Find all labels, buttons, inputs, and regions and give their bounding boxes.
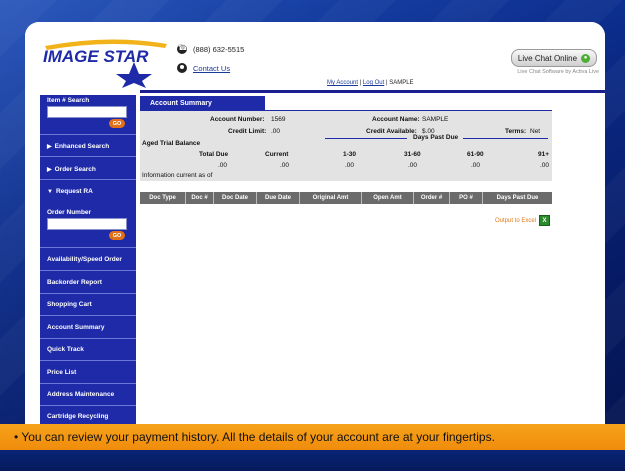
live-chat-credit: Live Chat Software by Activa Live xyxy=(517,69,599,75)
sidebar-item-label: Order Search xyxy=(54,166,96,173)
column-header-open-amt[interactable]: Open Amt xyxy=(362,192,414,204)
account-summary-panel: Account Number: 1569 Account Name: SAMPL… xyxy=(140,111,552,181)
col-total-due: Total Due xyxy=(199,151,229,158)
person-icon xyxy=(177,63,187,73)
sidebar-divider xyxy=(40,156,136,157)
contact-row[interactable]: Contact Us xyxy=(177,63,230,73)
slide-bottom-band xyxy=(0,450,625,471)
sidebar-divider xyxy=(40,383,136,384)
column-header-doc-type[interactable]: Doc Type xyxy=(140,192,186,204)
sidebar-item-request-ra[interactable]: ▼ Request RA xyxy=(40,188,136,195)
logo-text: IMAGE STAR xyxy=(43,47,149,66)
sidebar-item-enhanced-search[interactable]: ▶ Enhanced Search xyxy=(40,143,136,150)
browser-page: IMAGE STAR (888) 632-5515 Contact Us Liv… xyxy=(25,22,605,424)
sidebar-item-shopping-cart[interactable]: Shopping Cart xyxy=(40,301,136,308)
sidebar-divider xyxy=(40,360,136,361)
slide-caption: • You can review your payment history. A… xyxy=(0,424,625,450)
sidebar-item-availability[interactable]: Availability/Speed Order xyxy=(40,256,136,263)
terms-value: Net xyxy=(530,128,541,135)
sidebar-item-label: Enhanced Search xyxy=(54,143,110,150)
sidebar-divider xyxy=(40,270,136,271)
sidebar-item-label: Request RA xyxy=(55,188,93,195)
column-header-days-past-due[interactable]: Days Past Due xyxy=(483,192,552,204)
user-name: SAMPLE xyxy=(389,80,414,86)
image-star-logo[interactable]: IMAGE STAR xyxy=(39,36,179,88)
item-search-input[interactable] xyxy=(47,106,127,118)
sidebar-divider xyxy=(40,405,136,406)
column-header-doc-number[interactable]: Doc # xyxy=(186,192,214,204)
account-number-value: 1569 xyxy=(271,116,286,123)
item-search-go-button[interactable]: GO xyxy=(109,119,125,128)
column-header-po-number[interactable]: PO # xyxy=(450,192,483,204)
excel-icon: X xyxy=(539,215,551,226)
days-1-30-value: .00 xyxy=(345,162,355,169)
days-91-plus-value: .00 xyxy=(540,162,550,169)
days-61-90-value: .00 xyxy=(471,162,481,169)
output-to-excel-link[interactable]: Output to Excel X xyxy=(495,215,551,226)
output-to-excel-label: Output to Excel xyxy=(495,217,537,224)
contact-us-link[interactable]: Contact Us xyxy=(193,64,230,73)
terms-label: Terms: xyxy=(505,128,527,135)
phone-icon xyxy=(177,43,188,54)
col-31-60: 31-60 xyxy=(404,151,421,158)
sidebar: Item # Search GO ▶ Enhanced Search ▶ Order… xyxy=(40,95,136,424)
col-current: Current xyxy=(265,151,289,158)
days-past-due-label: Days Past Due xyxy=(413,134,459,141)
order-number-label: Order Number xyxy=(47,209,92,216)
days-past-due-rule xyxy=(463,138,548,139)
credit-available-label: Credit Available: xyxy=(366,128,417,135)
account-name-value: SAMPLE xyxy=(422,116,449,123)
live-chat-button[interactable]: Live Chat Online ● xyxy=(511,49,597,67)
order-number-input[interactable] xyxy=(47,218,127,230)
column-header-order-number[interactable]: Order # xyxy=(414,192,450,204)
info-current-as-of: Information current as of xyxy=(142,172,213,179)
live-chat-label: Live Chat Online xyxy=(517,53,578,63)
nav-separator: | xyxy=(359,80,362,86)
col-1-30: 1-30 xyxy=(343,151,357,158)
current-value: .00 xyxy=(280,162,290,169)
log-out-link[interactable]: Log Out xyxy=(363,80,384,86)
col-61-90: 61-90 xyxy=(467,151,484,158)
nav-separator: | xyxy=(385,80,388,86)
sidebar-divider xyxy=(40,247,136,248)
site-header: IMAGE STAR (888) 632-5515 Contact Us Liv… xyxy=(25,22,605,93)
tab-account-summary[interactable]: Account Summary xyxy=(140,96,265,110)
total-due-value: .00 xyxy=(218,162,228,169)
sidebar-divider xyxy=(40,134,136,135)
sidebar-item-order-search[interactable]: ▶ Order Search xyxy=(40,166,136,173)
sidebar-item-cartridge-recycling[interactable]: Cartridge Recycling xyxy=(40,413,136,420)
days-past-due-rule xyxy=(325,138,407,139)
sidebar-divider xyxy=(40,179,136,180)
aged-trial-balance-title: Aged Trial Balance xyxy=(142,140,201,147)
header-bar xyxy=(140,90,605,93)
column-header-original-amt[interactable]: Original Amt xyxy=(300,192,362,204)
sidebar-item-price-list[interactable]: Price List xyxy=(40,369,136,376)
sidebar-item-quick-track[interactable]: Quick Track xyxy=(40,346,136,353)
sidebar-divider xyxy=(40,293,136,294)
sidebar-item-account-summary[interactable]: Account Summary xyxy=(40,324,136,331)
transactions-table-header: Doc Type Doc # Doc Date Due Date Origina… xyxy=(140,192,552,204)
item-search-label: Item # Search xyxy=(47,97,90,104)
col-91-plus: 91+ xyxy=(538,151,550,158)
sidebar-item-backorder-report[interactable]: Backorder Report xyxy=(40,279,136,286)
sidebar-item-address-maintenance[interactable]: Address Maintenance xyxy=(40,391,136,398)
caret-down-icon: ▼ xyxy=(47,189,53,195)
phone-row: (888) 632-5515 xyxy=(177,43,245,54)
phone-number: (888) 632-5515 xyxy=(193,44,245,54)
my-account-link[interactable]: My Account xyxy=(327,80,358,86)
caret-right-icon: ▶ xyxy=(47,144,52,150)
days-31-60-value: .00 xyxy=(408,162,418,169)
sidebar-divider xyxy=(40,315,136,316)
credit-limit-value: .00 xyxy=(271,128,281,135)
account-name-label: Account Name: xyxy=(372,116,420,123)
sidebar-divider xyxy=(40,338,136,339)
chat-status-icon: ● xyxy=(581,53,591,63)
caret-right-icon: ▶ xyxy=(47,167,52,173)
column-header-doc-date[interactable]: Doc Date xyxy=(214,192,257,204)
order-number-go-button[interactable]: GO xyxy=(109,231,125,240)
credit-limit-label: Credit Limit: xyxy=(228,128,267,135)
column-header-due-date[interactable]: Due Date xyxy=(257,192,300,204)
account-number-label: Account Number: xyxy=(210,116,265,123)
top-nav: My Account | Log Out | SAMPLE xyxy=(325,80,605,90)
